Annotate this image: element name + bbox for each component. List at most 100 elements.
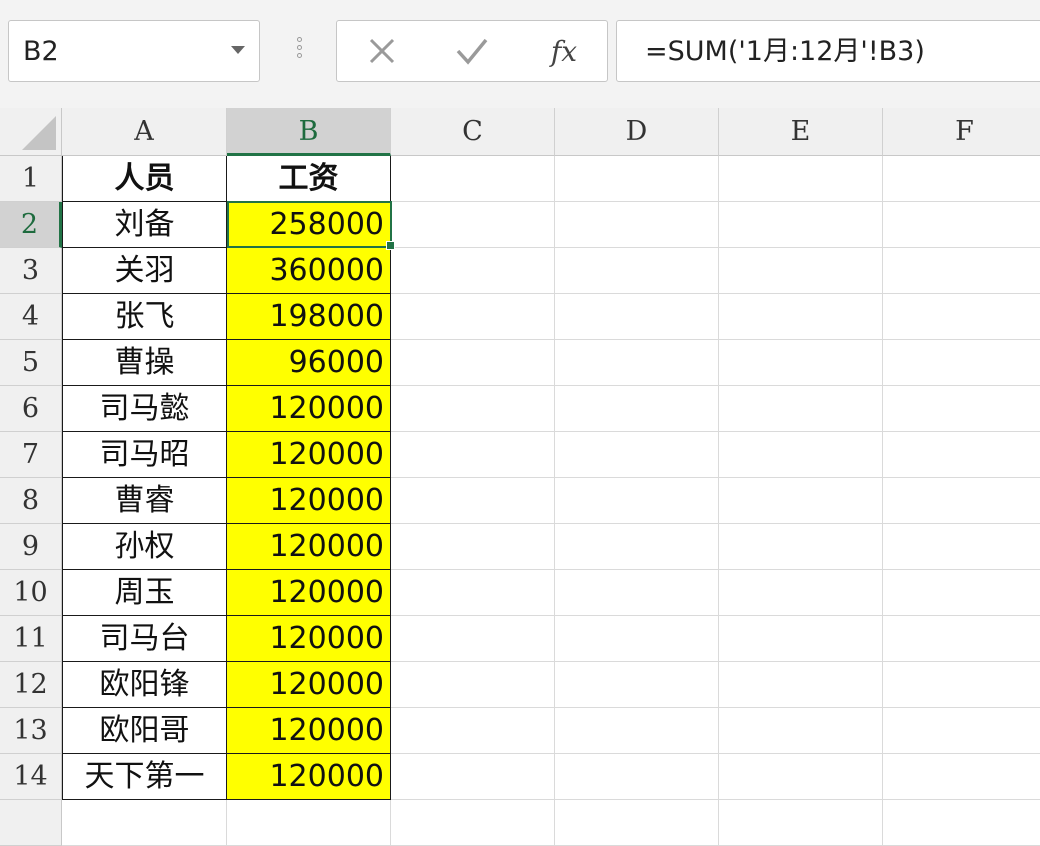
empty-cell[interactable]: [883, 340, 1040, 386]
enter-button[interactable]: [437, 21, 507, 81]
cell-name[interactable]: 司马懿: [62, 386, 227, 432]
empty-cell[interactable]: [883, 432, 1040, 478]
row-header[interactable]: 1: [0, 156, 62, 202]
empty-cell[interactable]: [391, 432, 555, 478]
empty-cell[interactable]: [719, 294, 883, 340]
empty-cell[interactable]: [391, 708, 555, 754]
cell-name[interactable]: 曹睿: [62, 478, 227, 524]
empty-cell[interactable]: [719, 202, 883, 248]
cell-name[interactable]: 司马昭: [62, 432, 227, 478]
empty-cell[interactable]: [555, 202, 719, 248]
cell-name[interactable]: 周玉: [62, 570, 227, 616]
cell-salary[interactable]: 120000: [227, 662, 391, 708]
empty-cell[interactable]: [555, 616, 719, 662]
empty-cell[interactable]: [391, 202, 555, 248]
cell-salary[interactable]: 96000: [227, 340, 391, 386]
empty-cell[interactable]: [391, 524, 555, 570]
cell-salary[interactable]: 258000: [227, 202, 391, 248]
row-header[interactable]: [0, 800, 62, 846]
empty-cell[interactable]: [555, 432, 719, 478]
cell-salary[interactable]: 360000: [227, 248, 391, 294]
empty-cell[interactable]: [555, 524, 719, 570]
chevron-down-icon[interactable]: [231, 46, 245, 54]
empty-cell[interactable]: [883, 570, 1040, 616]
name-box[interactable]: B2: [8, 20, 260, 82]
empty-cell[interactable]: [391, 754, 555, 800]
header-cell-salary[interactable]: 工资: [227, 156, 391, 202]
empty-cell[interactable]: [391, 386, 555, 432]
empty-cell[interactable]: [719, 156, 883, 202]
cell-salary[interactable]: 120000: [227, 386, 391, 432]
empty-cell[interactable]: [391, 570, 555, 616]
cell-name[interactable]: 曹操: [62, 340, 227, 386]
empty-cell[interactable]: [719, 662, 883, 708]
empty-cell[interactable]: [883, 294, 1040, 340]
empty-cell[interactable]: [883, 662, 1040, 708]
empty-cell[interactable]: [883, 708, 1040, 754]
drag-handle-icon[interactable]: [295, 37, 303, 65]
row-header[interactable]: 11: [0, 616, 62, 662]
empty-cell[interactable]: [62, 800, 227, 846]
empty-cell[interactable]: [391, 340, 555, 386]
empty-cell[interactable]: [719, 432, 883, 478]
empty-cell[interactable]: [555, 156, 719, 202]
row-header[interactable]: 2: [0, 202, 62, 248]
cell-salary[interactable]: 120000: [227, 570, 391, 616]
empty-cell[interactable]: [883, 202, 1040, 248]
row-header[interactable]: 5: [0, 340, 62, 386]
row-header[interactable]: 10: [0, 570, 62, 616]
empty-cell[interactable]: [555, 570, 719, 616]
cell-name[interactable]: 张飞: [62, 294, 227, 340]
cell-name[interactable]: 关羽: [62, 248, 227, 294]
empty-cell[interactable]: [391, 662, 555, 708]
empty-cell[interactable]: [227, 800, 391, 846]
empty-cell[interactable]: [719, 570, 883, 616]
empty-cell[interactable]: [719, 800, 883, 846]
empty-cell[interactable]: [719, 708, 883, 754]
empty-cell[interactable]: [555, 248, 719, 294]
empty-cell[interactable]: [883, 156, 1040, 202]
empty-cell[interactable]: [555, 294, 719, 340]
empty-cell[interactable]: [555, 340, 719, 386]
empty-cell[interactable]: [883, 386, 1040, 432]
empty-cell[interactable]: [555, 708, 719, 754]
column-header-c[interactable]: C: [391, 108, 555, 156]
empty-cell[interactable]: [883, 616, 1040, 662]
header-cell-person[interactable]: 人员: [62, 156, 227, 202]
cancel-button[interactable]: [347, 21, 417, 81]
cell-name[interactable]: 孙权: [62, 524, 227, 570]
cell-name[interactable]: 欧阳锋: [62, 662, 227, 708]
empty-cell[interactable]: [555, 662, 719, 708]
empty-cell[interactable]: [555, 386, 719, 432]
empty-cell[interactable]: [555, 478, 719, 524]
cell-salary[interactable]: 120000: [227, 754, 391, 800]
row-header[interactable]: 8: [0, 478, 62, 524]
column-header-b[interactable]: B: [227, 108, 391, 156]
row-header[interactable]: 4: [0, 294, 62, 340]
column-header-d[interactable]: D: [555, 108, 719, 156]
empty-cell[interactable]: [883, 754, 1040, 800]
empty-cell[interactable]: [719, 754, 883, 800]
row-header[interactable]: 6: [0, 386, 62, 432]
empty-cell[interactable]: [391, 478, 555, 524]
empty-cell[interactable]: [555, 800, 719, 846]
row-header[interactable]: 14: [0, 754, 62, 800]
empty-cell[interactable]: [883, 800, 1040, 846]
empty-cell[interactable]: [719, 616, 883, 662]
empty-cell[interactable]: [391, 294, 555, 340]
empty-cell[interactable]: [719, 524, 883, 570]
formula-input[interactable]: =SUM('1月:12月'!B3): [616, 20, 1040, 82]
row-header[interactable]: 12: [0, 662, 62, 708]
cell-salary[interactable]: 120000: [227, 616, 391, 662]
cell-name[interactable]: 天下第一: [62, 754, 227, 800]
empty-cell[interactable]: [719, 340, 883, 386]
empty-cell[interactable]: [391, 156, 555, 202]
row-header[interactable]: 3: [0, 248, 62, 294]
empty-cell[interactable]: [391, 616, 555, 662]
column-header-e[interactable]: E: [719, 108, 883, 156]
cell-salary[interactable]: 120000: [227, 524, 391, 570]
cell-salary[interactable]: 120000: [227, 432, 391, 478]
row-header[interactable]: 9: [0, 524, 62, 570]
column-header-a[interactable]: A: [62, 108, 227, 156]
empty-cell[interactable]: [883, 478, 1040, 524]
